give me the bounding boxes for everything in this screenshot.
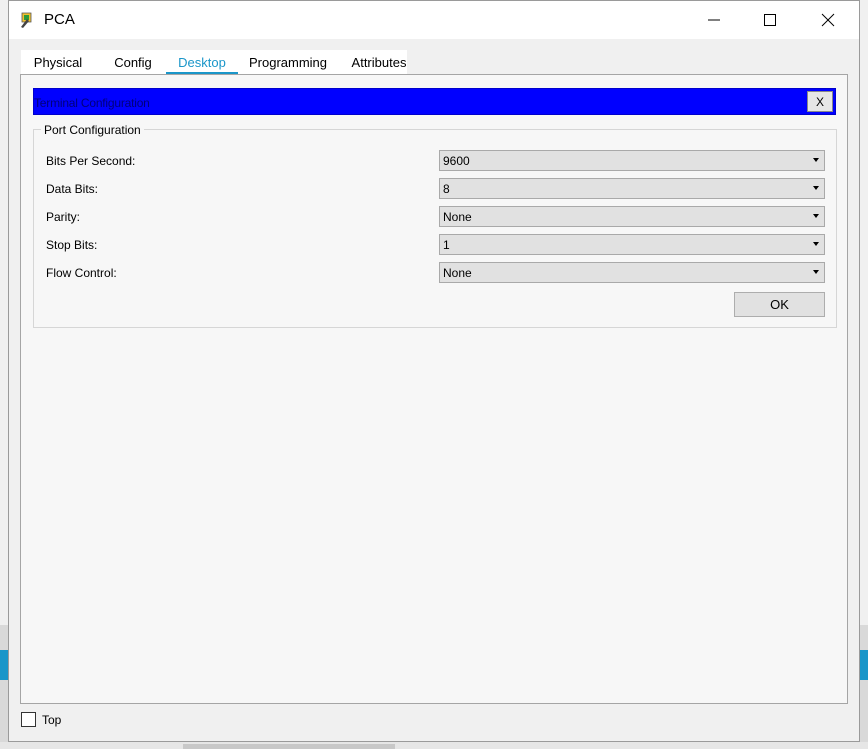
minimize-icon — [708, 19, 720, 21]
top-checkbox-label: Top — [42, 713, 62, 727]
flow-control-value: None — [443, 266, 472, 280]
stop-bits-label: Stop Bits: — [46, 238, 98, 252]
terminal-config-header: Terminal Configuration X — [33, 88, 836, 115]
chevron-down-icon — [813, 214, 819, 218]
data-bits-value: 8 — [443, 182, 450, 196]
desktop-panel: Terminal Configuration X Port Configurat… — [20, 74, 848, 704]
data-bits-label: Data Bits: — [46, 182, 99, 196]
terminal-close-button[interactable]: X — [807, 91, 833, 112]
tab-attributes[interactable]: Attributes — [341, 50, 417, 74]
tab-desktop[interactable]: Desktop — [166, 50, 238, 75]
tab-physical[interactable]: Physical — [26, 50, 90, 74]
close-icon — [821, 13, 835, 27]
top-checkbox[interactable] — [21, 712, 36, 727]
flow-control-select[interactable]: None — [439, 262, 825, 283]
maximize-icon — [764, 14, 776, 26]
minimize-button[interactable] — [685, 1, 743, 39]
parity-label: Parity: — [46, 210, 81, 224]
bits-per-second-value: 9600 — [443, 154, 470, 168]
tab-bar: Physical Config Desktop Programming Attr… — [21, 50, 407, 75]
chevron-down-icon — [813, 186, 819, 190]
terminal-config-title: Terminal Configuration — [34, 96, 150, 110]
flow-control-label: Flow Control: — [46, 266, 117, 280]
bits-per-second-select[interactable]: 9600 — [439, 150, 825, 171]
chevron-down-icon — [813, 270, 819, 274]
parity-select[interactable]: None — [439, 206, 825, 227]
ok-button[interactable]: OK — [734, 292, 825, 317]
stop-bits-select[interactable]: 1 — [439, 234, 825, 255]
tab-config[interactable]: Config — [106, 50, 160, 74]
title-bar[interactable]: PCA — [9, 1, 859, 39]
maximize-button[interactable] — [741, 1, 799, 39]
packet-tracer-pc-icon — [19, 11, 37, 29]
pca-window: PCA Physical Config Desktop Programming … — [8, 0, 860, 742]
port-configuration-legend: Port Configuration — [41, 123, 144, 137]
close-button[interactable] — [799, 1, 857, 39]
chevron-down-icon — [813, 158, 819, 162]
background-app-scrollbar — [0, 742, 868, 749]
background-app-right-tab — [859, 650, 868, 680]
parity-value: None — [443, 210, 472, 224]
background-scrollbar-thumb — [183, 744, 395, 749]
data-bits-select[interactable]: 8 — [439, 178, 825, 199]
tab-programming[interactable]: Programming — [241, 50, 335, 74]
port-configuration-group: Port Configuration Bits Per Second: 9600… — [33, 123, 837, 328]
stop-bits-value: 1 — [443, 238, 450, 252]
bits-per-second-label: Bits Per Second: — [46, 154, 136, 168]
background-app-right-edge — [859, 625, 868, 749]
chevron-down-icon — [813, 242, 819, 246]
window-title: PCA — [44, 11, 75, 28]
